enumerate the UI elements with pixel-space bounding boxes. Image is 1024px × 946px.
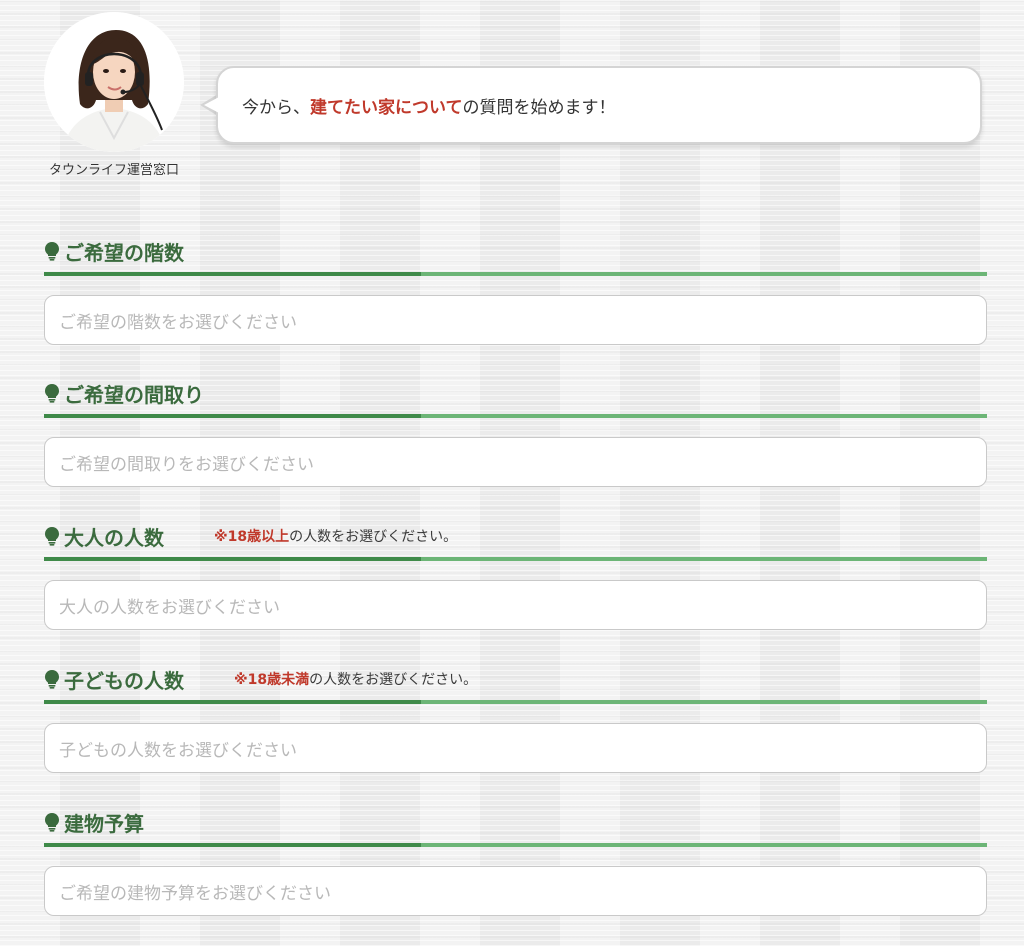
section-note: ※18歳未満の人数をお選びください。 <box>234 669 477 689</box>
section-divider <box>44 414 987 418</box>
bubble-tail-inner <box>204 97 219 113</box>
children-select[interactable]: 子どもの人数をお選びください <box>44 723 987 773</box>
section-title: 大人の人数 <box>64 525 164 550</box>
section-header: ご希望の間取り <box>44 372 987 414</box>
layout-select[interactable]: ご希望の間取りをお選びください <box>44 437 987 487</box>
section-title: ご希望の間取り <box>64 382 204 407</box>
section-header: 子どもの人数 ※18歳未満の人数をお選びください。 <box>44 658 987 700</box>
section-adults: 大人の人数 ※18歳以上の人数をお選びください。 大人の人数をお選びください <box>44 515 987 630</box>
lightbulb-icon <box>45 242 59 261</box>
message-prefix: 今から、 <box>242 97 310 118</box>
section-children: 子どもの人数 ※18歳未満の人数をお選びください。 子どもの人数をお選びください <box>44 658 987 773</box>
section-header: ご希望の階数 <box>44 230 987 272</box>
message-highlight: 建てたい家について <box>310 97 463 118</box>
note-emphasis: ※18歳未満 <box>234 672 310 688</box>
note-emphasis: ※18歳以上 <box>214 529 290 545</box>
adults-select[interactable]: 大人の人数をお選びください <box>44 580 987 630</box>
operator-name: タウンライフ運営窓口 <box>48 163 179 178</box>
lightbulb-icon <box>45 813 59 832</box>
lightbulb-icon <box>45 670 59 689</box>
section-title: 建物予算 <box>64 811 144 836</box>
budget-select[interactable]: ご希望の建物予算をお選びください <box>44 866 987 916</box>
section-budget: 建物予算 ご希望の建物予算をお選びください <box>44 801 987 916</box>
note-text: の人数をお選びください。 <box>309 672 478 688</box>
section-divider <box>44 700 987 704</box>
section-divider <box>44 843 987 847</box>
section-floors: ご希望の階数 ご希望の階数をお選びください <box>44 230 987 345</box>
avatar <box>44 12 184 152</box>
section-note: ※18歳以上の人数をお選びください。 <box>214 526 457 546</box>
note-text: の人数をお選びください。 <box>289 529 458 545</box>
section-title: 子どもの人数 <box>64 668 184 693</box>
section-divider <box>44 272 987 276</box>
section-header: 大人の人数 ※18歳以上の人数をお選びください。 <box>44 515 987 557</box>
floors-select[interactable]: ご希望の階数をお選びください <box>44 295 987 345</box>
lightbulb-icon <box>45 384 59 403</box>
section-header: 建物予算 <box>44 801 987 843</box>
section-layout: ご希望の間取り ご希望の間取りをお選びください <box>44 372 987 487</box>
section-divider <box>44 557 987 561</box>
message-suffix: の質問を始めます！ <box>462 97 616 118</box>
lightbulb-icon <box>45 527 59 546</box>
operator: タウンライフ運営窓口 <box>44 12 184 182</box>
section-title: ご希望の階数 <box>64 240 184 265</box>
message-bubble: 今から、 建てたい家について の質問を始めます！ <box>216 66 982 144</box>
